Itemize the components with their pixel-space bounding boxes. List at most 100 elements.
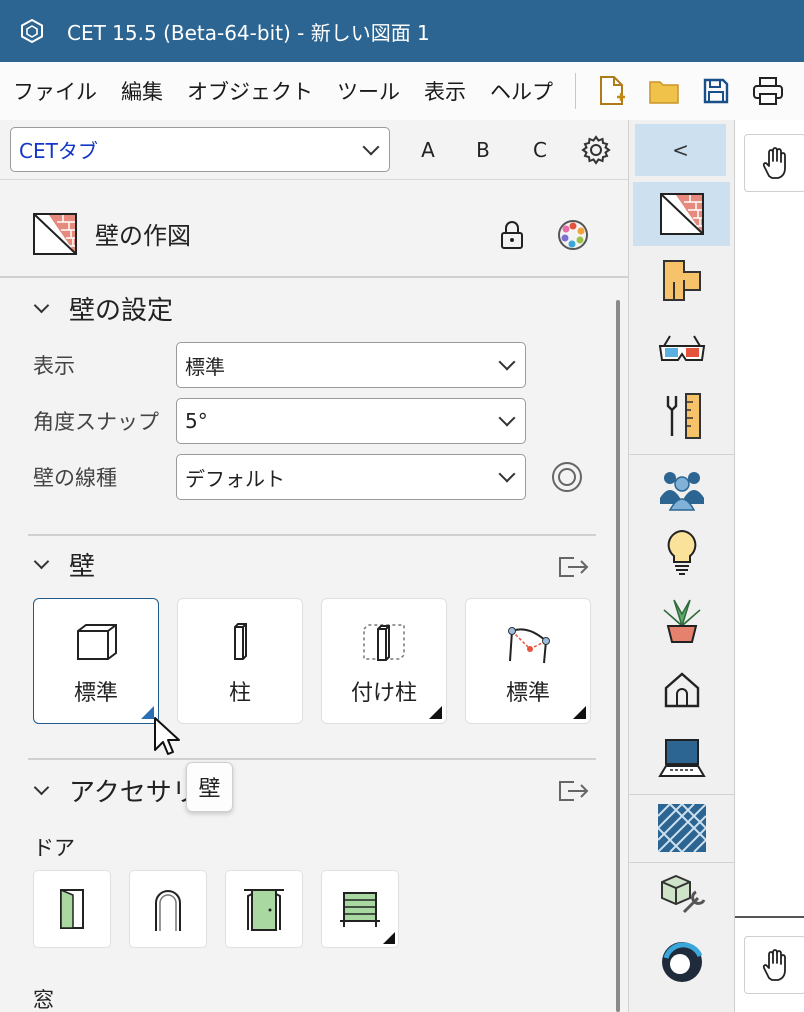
attached-column-icon [363, 624, 405, 661]
strip-home[interactable] [633, 658, 730, 722]
pan-tool-button[interactable] [744, 936, 804, 994]
tile-label: 標準 [505, 681, 550, 706]
door-tile-single[interactable] [33, 870, 111, 948]
doors-label: ドア [33, 836, 75, 860]
display-select-value: 標準 [185, 354, 225, 379]
strip-cet-logo[interactable] [633, 930, 730, 994]
title-bar: CET 15.5 (Beta-64-bit) - 新しい図面 1 [0, 0, 804, 62]
strip-extensions[interactable] [633, 864, 730, 928]
wall-tile-attached-column[interactable]: 付け柱 [321, 598, 447, 724]
line-type-select[interactable]: デフォルト [176, 454, 526, 500]
divider [629, 454, 735, 455]
strip-computer[interactable] [633, 726, 730, 790]
chevron-down-icon [33, 779, 50, 796]
pan-tool-button[interactable] [744, 134, 804, 192]
strip-wall-drawing[interactable] [633, 182, 730, 246]
accessories-header[interactable]: アクセサリ [33, 772, 198, 809]
collapse-panel-button[interactable]: < [635, 124, 726, 176]
menu-separator [575, 73, 576, 109]
cet-logo-icon [661, 942, 702, 982]
cube-wrench-icon [660, 874, 705, 914]
save-button[interactable] [690, 67, 742, 115]
panel-title: 壁の作図 [95, 222, 191, 250]
wall-drawing-icon [659, 193, 704, 235]
strip-3d-view[interactable] [633, 316, 730, 380]
tools-ruler-icon [666, 393, 701, 439]
wall-settings-header[interactable]: 壁の設定 [33, 290, 174, 327]
angle-snap-label: 角度スナップ [33, 410, 159, 434]
wall-tile-curved[interactable]: 標準 [465, 598, 591, 724]
wall-tile-standard[interactable]: 標準 [33, 598, 159, 724]
panel-header: 壁の作図 [0, 180, 628, 278]
sliding-door-icon [340, 892, 380, 927]
color-palette-icon[interactable] [556, 218, 590, 252]
tab-selector[interactable]: CETタブ [10, 127, 390, 172]
dropdown-corner-icon [573, 706, 586, 719]
gear-icon [581, 135, 611, 165]
door-tile-opening[interactable] [129, 870, 207, 948]
strip-materials[interactable] [633, 796, 730, 860]
new-document-button[interactable] [586, 67, 638, 115]
strip-tools[interactable] [633, 384, 730, 448]
menu-tools[interactable]: ツール [325, 76, 412, 106]
menu-edit[interactable]: 編集 [109, 76, 175, 106]
divider [629, 794, 735, 795]
chevron-down-icon [362, 138, 380, 155]
walls-title: 壁 [69, 552, 96, 582]
line-type-settings-icon[interactable] [550, 460, 584, 494]
wall-settings-title: 壁の設定 [69, 296, 174, 326]
strip-lighting[interactable] [633, 520, 730, 584]
strip-floor-plan[interactable] [633, 248, 730, 312]
open-folder-button[interactable] [638, 67, 690, 115]
lock-icon[interactable] [498, 220, 526, 250]
wall-drawing-icon [33, 213, 77, 255]
wall-tile-column[interactable]: 柱 [177, 598, 303, 724]
accessories-title: アクセサリ [69, 778, 198, 808]
scrollbar[interactable] [616, 300, 620, 1012]
window-title: CET 15.5 (Beta-64-bit) - 新しい図面 1 [67, 20, 430, 45]
chevron-down-icon [33, 553, 50, 570]
menu-help[interactable]: ヘルプ [478, 76, 565, 106]
double-door-icon [244, 889, 284, 931]
menu-object[interactable]: オブジェクト [175, 76, 325, 106]
strip-plants[interactable] [633, 588, 730, 652]
windows-label: 窓 [33, 988, 54, 1012]
divider [28, 758, 596, 760]
curved-wall-icon [508, 627, 550, 664]
menu-bar: ファイル 編集 オブジェクト ツール 表示 ヘルプ [0, 62, 804, 120]
tile-pattern-icon [657, 804, 706, 852]
settings-button[interactable] [575, 129, 617, 171]
angle-snap-select[interactable]: 5° [176, 398, 526, 444]
export-icon[interactable] [556, 778, 590, 804]
column-icon [234, 623, 247, 660]
tool-strip: < [628, 120, 735, 1012]
tab-b-button[interactable]: B [463, 132, 503, 168]
viewport-divider [735, 916, 804, 918]
laptop-icon [657, 739, 706, 777]
mouse-cursor-icon [154, 717, 180, 755]
strip-people[interactable] [633, 458, 730, 522]
walls-header[interactable]: 壁 [33, 546, 96, 583]
line-type-label: 壁の線種 [33, 466, 117, 490]
export-icon[interactable] [556, 554, 590, 580]
door-tile-frame[interactable] [225, 870, 303, 948]
print-button[interactable] [742, 67, 794, 115]
display-select[interactable]: 標準 [176, 342, 526, 388]
tab-a-button[interactable]: A [408, 132, 448, 168]
chevron-down-icon [33, 297, 50, 314]
open-folder-icon [649, 81, 679, 104]
menu-view[interactable]: 表示 [412, 76, 478, 106]
line-type-value: デフォルト [185, 466, 285, 491]
door-tile-sliding[interactable] [321, 870, 399, 948]
dropdown-corner-icon [429, 706, 442, 719]
divider [28, 534, 596, 536]
divider [629, 862, 735, 863]
opening-arch-icon [155, 890, 181, 931]
floor-plan-icon [662, 260, 701, 301]
menu-file[interactable]: ファイル [0, 76, 109, 106]
print-icon [753, 77, 783, 105]
new-document-icon [600, 76, 625, 105]
tab-selector-value: CETタブ [19, 139, 98, 163]
tab-c-button[interactable]: C [520, 132, 560, 168]
chevron-down-icon [498, 353, 516, 371]
